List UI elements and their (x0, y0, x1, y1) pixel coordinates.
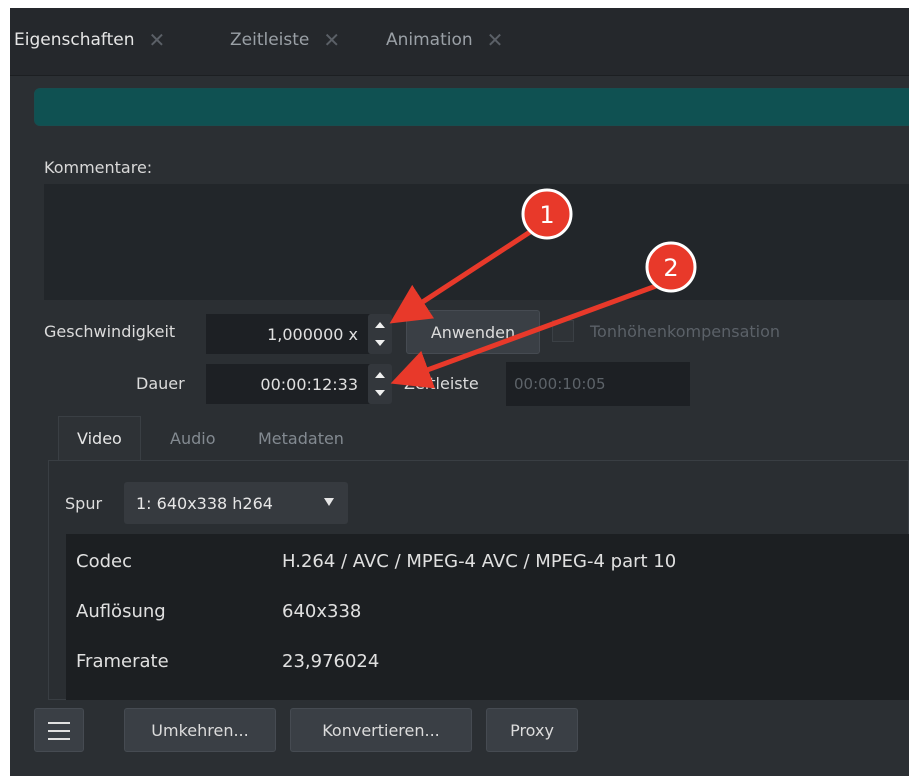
speed-input[interactable]: 1,000000 x (206, 314, 370, 354)
timeline-duration-field: 00:00:10:05 (506, 362, 690, 406)
info-key: Auflösung (76, 600, 166, 622)
apply-button[interactable]: Anwenden (406, 310, 540, 354)
speed-spinner[interactable] (368, 314, 392, 354)
clip-name-bar[interactable] (34, 88, 909, 126)
table-row: Codec H.264 / AVC / MPEG-4 AVC / MPEG-4 … (66, 536, 909, 586)
pitch-compensation-checkbox[interactable] (552, 320, 574, 342)
menu-button[interactable] (34, 708, 84, 752)
tab-eigenschaften[interactable]: Eigenschaften ✕ (14, 20, 165, 60)
tab-label: Animation (386, 30, 473, 50)
info-value: H.264 / AVC / MPEG-4 AVC / MPEG-4 part 1… (282, 550, 677, 572)
reverse-button[interactable]: Umkehren... (124, 708, 276, 752)
timeline-label: Zeitleiste (404, 374, 479, 393)
chevron-down-icon (324, 498, 334, 506)
speed-label: Geschwindigkeit (44, 322, 176, 341)
tab-metadaten[interactable]: Metadaten (258, 416, 344, 460)
spin-up-icon[interactable] (375, 322, 385, 328)
tab-animation[interactable]: Animation ✕ (386, 20, 503, 60)
info-key: Codec (76, 550, 132, 572)
tab-zeitleiste[interactable]: Zeitleiste ✕ (230, 20, 340, 60)
track-select[interactable]: 1: 640x338 h264 (124, 482, 348, 524)
duration-spinner[interactable] (368, 364, 392, 404)
duration-input[interactable]: 00:00:12:33 (206, 364, 370, 404)
properties-panel: Eigenschaften ✕ Zeitleiste ✕ Animation ✕… (10, 8, 909, 776)
close-icon[interactable]: ✕ (148, 28, 165, 52)
tab-label: Zeitleiste (230, 30, 310, 50)
spin-up-icon[interactable] (375, 372, 385, 378)
pitch-compensation-label: Tonhöhenkompensation (590, 322, 781, 341)
table-row: Auflösung 640x338 (66, 586, 909, 636)
dock-tab-bar: Eigenschaften ✕ Zeitleiste ✕ Animation ✕ (10, 8, 909, 76)
track-label: Spur (65, 494, 103, 513)
info-value: 23,976024 (282, 650, 380, 672)
info-table: Codec H.264 / AVC / MPEG-4 AVC / MPEG-4 … (66, 534, 909, 700)
proxy-button[interactable]: Proxy (486, 708, 578, 752)
comments-textarea[interactable] (44, 184, 909, 300)
spin-down-icon[interactable] (375, 390, 385, 396)
track-selected-value: 1: 640x338 h264 (136, 493, 273, 513)
convert-button[interactable]: Konvertieren... (290, 708, 472, 752)
hamburger-icon (48, 738, 70, 740)
tab-label: Eigenschaften (14, 30, 135, 50)
tab-video[interactable]: Video (58, 416, 141, 460)
tab-audio[interactable]: Audio (170, 416, 215, 460)
close-icon[interactable]: ✕ (487, 28, 504, 52)
info-value: 640x338 (282, 600, 362, 622)
hamburger-icon (48, 730, 70, 732)
duration-label: Dauer (136, 374, 185, 393)
info-key: Framerate (76, 650, 169, 672)
comments-label: Kommentare: (44, 158, 153, 177)
table-row: Framerate 23,976024 (66, 636, 909, 686)
close-icon[interactable]: ✕ (323, 28, 340, 52)
spin-down-icon[interactable] (375, 340, 385, 346)
hamburger-icon (48, 722, 70, 724)
